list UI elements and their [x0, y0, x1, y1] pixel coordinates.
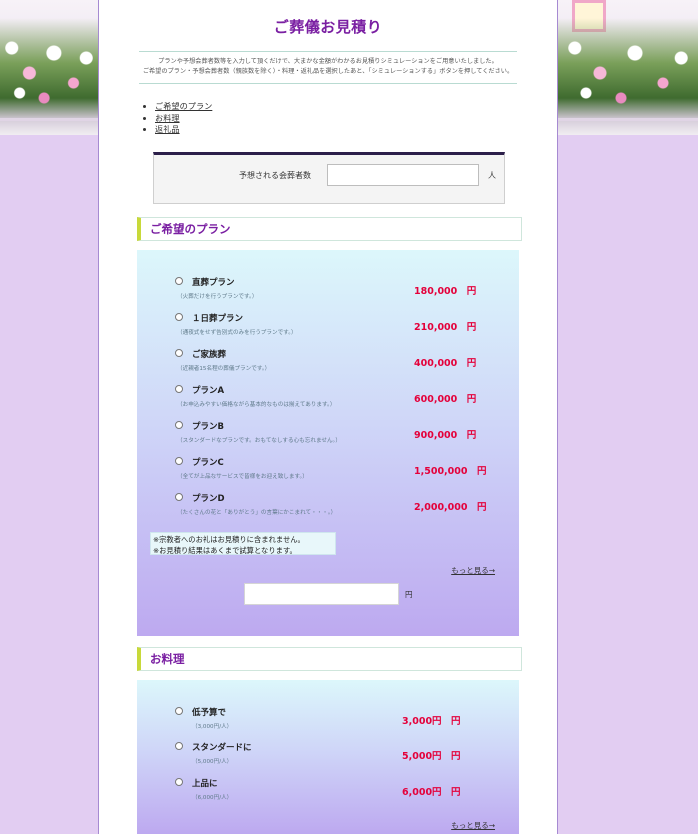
right-flower-banner	[558, 0, 698, 135]
link-plan[interactable]: ご希望のプラン	[155, 101, 212, 111]
left-flower-banner	[0, 0, 98, 135]
radio-button[interactable]	[175, 349, 183, 357]
plan-option-kazokusou[interactable]: ご家族葬 （近親者15名程の葬儀プランです。） 400,000 円	[137, 346, 519, 380]
food-more-link[interactable]: もっと見る→	[451, 820, 495, 831]
flower-decoration	[0, 18, 98, 118]
link-gift[interactable]: 返礼品	[155, 124, 180, 134]
attendee-count-unit: 人	[488, 171, 496, 180]
plan-panel: 直葬プラン （火葬だけを行うプランです。） 180,000 円 １日葬プラン （…	[137, 250, 519, 636]
food-price: 6,000円 円	[402, 787, 461, 798]
food-price: 5,000円 円	[402, 751, 461, 762]
plan-price: 180,000 円	[414, 286, 477, 297]
plan-option-chokusou[interactable]: 直葬プラン （火葬だけを行うプランです。） 180,000 円	[137, 274, 519, 308]
food-price: 3,000円 円	[402, 716, 461, 727]
radio-button[interactable]	[175, 493, 183, 501]
plan-price: 900,000 円	[414, 430, 477, 441]
plan-option-b[interactable]: プランB （スタンダードなプランです。おもてなしする心も忘れません。） 900,…	[137, 418, 519, 452]
plan-option-d[interactable]: プランD （たくさんの花と「ありがとう」の言葉にかこまれて・・・。） 2,000…	[137, 490, 519, 524]
food-option-premium[interactable]: 上品に （6,000円/人） 6,000円 円	[137, 777, 519, 811]
plan-total-field	[244, 583, 399, 605]
plan-option-c[interactable]: プランC （全てが上品なサービスで皆様をお迎え致します。） 1,500,000 …	[137, 454, 519, 488]
plan-more-link[interactable]: もっと見る→	[451, 565, 495, 576]
plan-price: 400,000 円	[414, 358, 477, 369]
radio-button[interactable]	[175, 313, 183, 321]
plan-price: 2,000,000 円	[414, 502, 487, 513]
attendee-count-label: 予想される会葬者数	[239, 171, 311, 180]
food-option-standard[interactable]: スタンダードに （5,000円/人） 5,000円 円	[137, 741, 519, 775]
radio-button[interactable]	[175, 707, 183, 715]
intro-text: プランや予想会葬者数等を入力して頂くだけで、大まかな金額がわかるお見積りシミュレ…	[139, 51, 517, 84]
food-panel: 低予算で （3,000円/人） 3,000円 円 スタンダードに （5,000円…	[137, 680, 519, 834]
section-links: ご希望のプラン お料理 返礼品	[145, 101, 212, 136]
radio-button[interactable]	[175, 277, 183, 285]
plan-price: 210,000 円	[414, 322, 477, 333]
food-option-budget[interactable]: 低予算で （3,000円/人） 3,000円 円	[137, 706, 519, 740]
radio-button[interactable]	[175, 421, 183, 429]
plan-total-unit: 円	[405, 590, 413, 599]
plan-option-a[interactable]: プランA （お申込みやすい価格ながら基本的なものは揃えてあります。） 600,0…	[137, 382, 519, 416]
page-title: ご葬儀お見積り	[273, 18, 383, 36]
radio-button[interactable]	[175, 778, 183, 786]
attendee-count-input[interactable]	[327, 164, 479, 186]
estimate-notes: ※宗教者へのお礼はお見積りに含まれません。 ※お見積り結果はあくまで試算となりま…	[150, 532, 336, 555]
radio-button[interactable]	[175, 742, 183, 750]
plan-section-heading: ご希望のプラン	[137, 217, 522, 241]
link-food[interactable]: お料理	[155, 113, 180, 123]
flower-decoration	[558, 18, 698, 118]
plan-price: 600,000 円	[414, 394, 477, 405]
plan-price: 1,500,000 円	[414, 466, 487, 477]
food-section-heading: お料理	[137, 647, 522, 671]
radio-button[interactable]	[175, 457, 183, 465]
plan-option-ichinichi[interactable]: １日葬プラン （通夜式をせず告別式のみを行うプランです。） 210,000 円	[137, 310, 519, 344]
attendee-count-box: 予想される会葬者数 人	[153, 152, 505, 204]
radio-button[interactable]	[175, 385, 183, 393]
main-content: ご葬儀お見積り プランや予想会葬者数等を入力して頂くだけで、大まかな金額がわかる…	[98, 0, 558, 834]
